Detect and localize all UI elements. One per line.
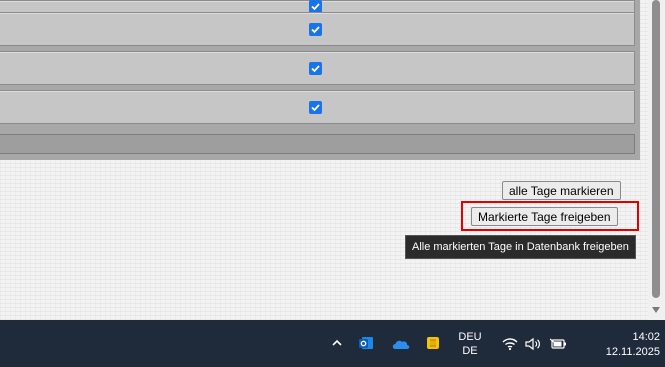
release-tooltip: Alle markierten Tage in Datenbank freige…: [405, 235, 636, 259]
clock-date: 12.11.2025: [605, 346, 660, 358]
language-indicator[interactable]: DEU DE: [454, 330, 486, 358]
security-card-icon[interactable]: [426, 335, 440, 351]
table-row: [0, 12, 635, 46]
scroll-thumb[interactable]: [652, 0, 660, 298]
language-label: DEU: [458, 331, 482, 343]
onedrive-icon[interactable]: [392, 337, 410, 349]
row-checkbox[interactable]: [309, 101, 322, 114]
row-checkbox[interactable]: [309, 23, 322, 36]
grid-footer: [0, 134, 635, 154]
speaker-icon[interactable]: [524, 336, 542, 352]
row-checkbox[interactable]: [309, 62, 322, 75]
release-marked-days-button[interactable]: Markierte Tage freigeben: [471, 207, 618, 226]
wifi-icon[interactable]: [501, 336, 519, 352]
table-row: [0, 51, 635, 85]
data-grid: [0, 0, 640, 160]
page-content: alle Tage markieren Markierte Tage freig…: [0, 0, 648, 320]
chevron-up-icon[interactable]: [330, 336, 344, 350]
mark-all-days-button[interactable]: alle Tage markieren: [502, 181, 621, 200]
outlook-icon[interactable]: [358, 335, 374, 351]
table-row: [0, 90, 635, 124]
taskbar: DEU DE 14:02 12.11.2025: [0, 320, 665, 367]
battery-charging-icon[interactable]: [549, 336, 568, 352]
clock[interactable]: 14:02 12.11.2025: [600, 330, 660, 360]
keyboard-layout-label: DE: [462, 345, 478, 357]
scroll-down-icon[interactable]: [652, 307, 660, 313]
vertical-scrollbar[interactable]: [648, 0, 665, 320]
clock-time: 14:02: [632, 331, 660, 343]
